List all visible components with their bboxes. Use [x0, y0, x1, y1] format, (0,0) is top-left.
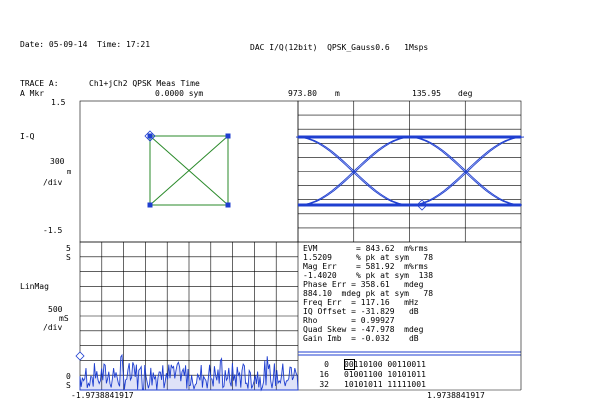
- mag-scale-unit: mS: [59, 314, 69, 323]
- mag-panel-name: LinMag: [20, 282, 49, 291]
- iq-vector-grid: [79, 100, 299, 243]
- x-axis-end: 1.9738841917: [427, 391, 485, 400]
- mag-per-div: /div: [43, 323, 63, 332]
- mag-marker-diamond: [75, 351, 85, 361]
- iq-top-value: 1.5: [51, 98, 66, 107]
- measurement-display: [75, 100, 525, 392]
- marker-magnitude: 973.80: [288, 89, 317, 98]
- marker-phase: 135.95: [412, 89, 441, 98]
- trace-label: TRACE A:: [20, 79, 59, 88]
- gain-imbalance-value: Gain Imb = -0.032 dB: [303, 334, 419, 343]
- mag-bottom-value: 0: [66, 372, 71, 381]
- symbol-row-bits: 00110100 00110011: [344, 360, 426, 369]
- symbol-row-bits: 01001100 10101011: [344, 370, 426, 379]
- eye-diagram-grid: [297, 100, 522, 243]
- eye-transition-falling: [407, 136, 521, 206]
- marker-time: 0.0000 sym: [155, 89, 204, 98]
- iq-scale-unit: m: [67, 168, 72, 176]
- iq-scale-value: 300: [50, 157, 65, 166]
- eye-diagram-traces: [295, 135, 525, 207]
- iq-per-div: /div: [43, 178, 63, 187]
- symbol-row-index: 32: [319, 380, 329, 389]
- trace-title: Ch1+jCh2 QPSK Meas Time: [89, 79, 200, 88]
- marker-phase-unit: deg: [458, 89, 473, 98]
- instrument-setup: DAC I/Q(12bit) QPSK_Gauss0.6 1Msps: [250, 43, 429, 52]
- symbol-table-frame: [298, 351, 521, 356]
- eye-transition-falling: [409, 136, 523, 206]
- mag-bottom-unit: S: [66, 381, 71, 390]
- eye-transition-rising: [411, 136, 525, 206]
- date-time-readout: Date: 05-09-14 Time: 17:21: [20, 40, 151, 49]
- symbol-marker-box: [344, 359, 355, 370]
- eye-transition-rising: [299, 136, 413, 206]
- iq-bottom-value: -1.5: [43, 226, 63, 235]
- mag-top-value: 5: [66, 244, 71, 253]
- x-axis-start: -1.9738841917: [71, 391, 134, 400]
- marker-label: A Mkr: [20, 89, 45, 98]
- iq-constellation: [149, 135, 229, 206]
- marker-magnitude-unit: m: [335, 89, 340, 98]
- mag-scale-value: 500: [48, 305, 63, 314]
- symbol-row-index: 0: [324, 360, 329, 369]
- symbol-row-index: 16: [319, 370, 329, 379]
- eye-transition-falling: [295, 136, 409, 206]
- mag-top-unit: S: [66, 253, 71, 262]
- iq-panel-name: I-Q: [20, 132, 35, 141]
- symbol-row-bits: 10101011 11111001: [344, 380, 426, 389]
